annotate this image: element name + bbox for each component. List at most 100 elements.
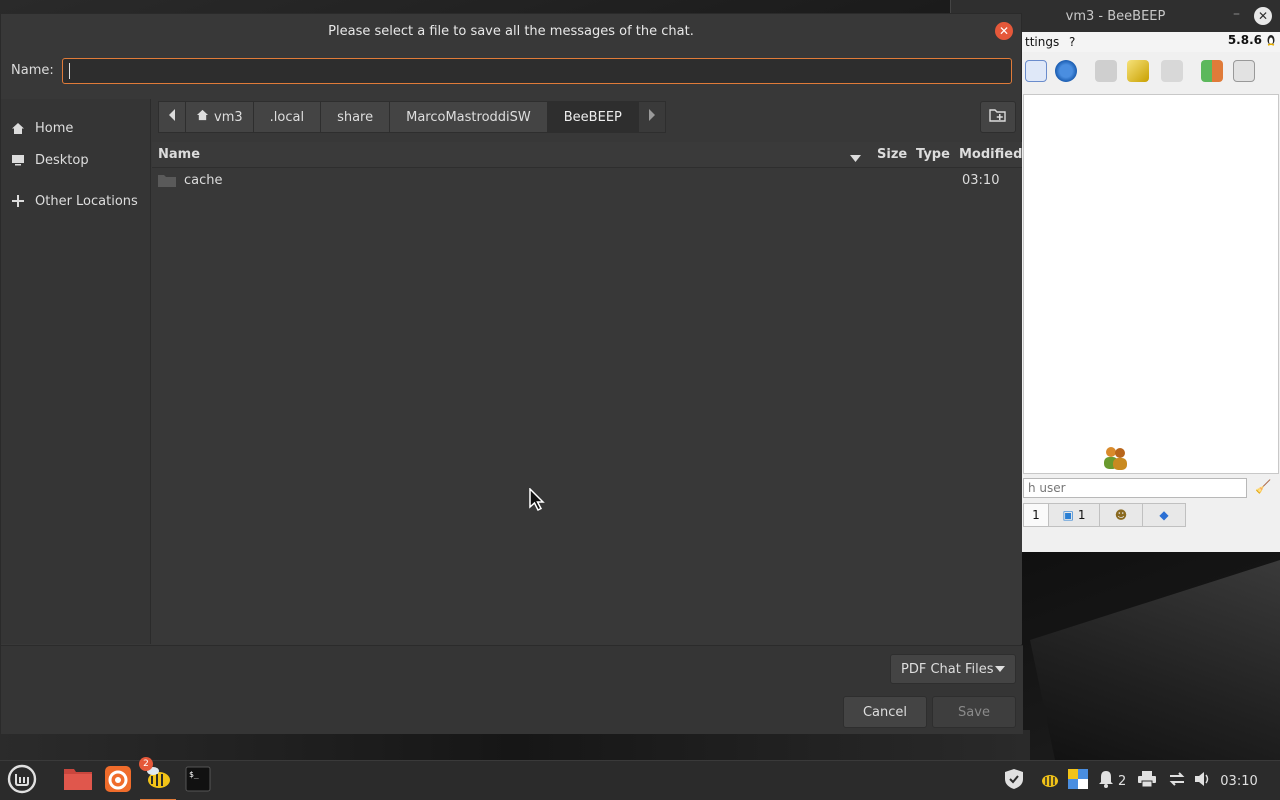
window-title: vm3 - BeeBEEP bbox=[1065, 8, 1166, 24]
user-list[interactable] bbox=[1023, 94, 1279, 474]
sidebar-item-label: Desktop bbox=[35, 152, 89, 168]
save-button[interactable]: Save bbox=[932, 696, 1016, 728]
taskbar-beebeep[interactable]: 2 bbox=[139, 757, 176, 800]
taskbar-terminal[interactable]: $_ bbox=[180, 761, 216, 800]
chevron-right-icon bbox=[648, 109, 656, 125]
path-forward-button[interactable] bbox=[637, 101, 666, 133]
dropdown-arrow-icon bbox=[995, 666, 1005, 672]
tab-users[interactable]: 1 bbox=[1023, 503, 1049, 527]
dialog-header: Please select a file to save all the mes… bbox=[1, 14, 1021, 48]
menu-settings[interactable]: ttings bbox=[1025, 35, 1059, 49]
tab-chats[interactable]: ▣ 1 bbox=[1048, 503, 1100, 527]
path-bar: vm3 .local share MarcoMastroddiSW BeeBEE… bbox=[158, 101, 666, 133]
beebeep-icon: 2 bbox=[139, 757, 173, 795]
tab-label: 1 bbox=[1077, 508, 1086, 522]
menu-button[interactable] bbox=[4, 761, 40, 800]
path-back-button[interactable] bbox=[158, 101, 186, 133]
wallpaper-shape bbox=[1030, 560, 1280, 760]
chat-icon: ▣ bbox=[1062, 508, 1074, 522]
path-crumb-marcomastroddisw[interactable]: MarcoMastroddiSW bbox=[389, 101, 548, 133]
beebeep-tabs: 1 ▣ 1 ☻ ◆ bbox=[1023, 503, 1186, 527]
filter-label: PDF Chat Files bbox=[901, 661, 994, 677]
clock[interactable]: 03:10 bbox=[1220, 774, 1257, 789]
file-type-filter[interactable]: PDF Chat Files bbox=[890, 654, 1016, 684]
cancel-button[interactable]: Cancel bbox=[843, 696, 927, 728]
updates-icon[interactable] bbox=[1068, 769, 1088, 793]
save-file-dialog[interactable]: Please select a file to save all the mes… bbox=[0, 13, 1023, 734]
groups-icon: ☻ bbox=[1114, 508, 1128, 522]
terminal-icon: $_ bbox=[185, 766, 211, 796]
trash-icon[interactable] bbox=[1233, 60, 1255, 82]
clear-icon[interactable]: 🧹 bbox=[1255, 480, 1271, 495]
file-modified: 03:10 bbox=[962, 173, 1000, 188]
sidebar-item-home[interactable]: Home bbox=[1, 115, 151, 141]
home-icon bbox=[1, 122, 35, 135]
beebeep-tray-icon[interactable] bbox=[1038, 769, 1060, 793]
dialog-footer: PDF Chat Files Cancel Save bbox=[1, 645, 1023, 734]
wallpaper-shape bbox=[0, 730, 1030, 760]
file-name: cache bbox=[184, 173, 223, 188]
network-icon[interactable] bbox=[1055, 60, 1077, 82]
home-icon bbox=[196, 109, 209, 125]
column-modified[interactable]: Modified bbox=[959, 147, 1022, 162]
sidebar-item-other-locations[interactable]: Other Locations bbox=[1, 188, 151, 214]
new-folder-button[interactable] bbox=[980, 101, 1016, 133]
chevron-left-icon bbox=[168, 109, 176, 125]
file-list-header: Name Size Type Modified bbox=[152, 142, 1022, 168]
tab-share[interactable]: ◆ bbox=[1142, 503, 1186, 527]
svg-text:$_: $_ bbox=[189, 770, 199, 779]
update-icon[interactable] bbox=[1201, 60, 1223, 82]
crumb-label: vm3 bbox=[214, 109, 243, 125]
mail-icon[interactable] bbox=[1095, 60, 1117, 82]
text-caret bbox=[69, 63, 70, 79]
people-icon bbox=[1101, 444, 1129, 470]
mouse-cursor-icon bbox=[529, 487, 547, 516]
edit-icon[interactable] bbox=[1025, 60, 1047, 82]
menu-help[interactable]: ? bbox=[1069, 35, 1075, 49]
notifications-icon[interactable] bbox=[1098, 770, 1114, 792]
places-sidebar: Home Desktop Other Locations bbox=[1, 99, 151, 644]
crumb-label: BeeBEEP bbox=[563, 109, 622, 125]
sidebar-item-desktop[interactable]: Desktop bbox=[1, 147, 151, 173]
crumb-label: share bbox=[337, 109, 374, 125]
sidebar-item-label: Home bbox=[35, 120, 74, 136]
path-crumb-beebeep[interactable]: BeeBEEP bbox=[546, 101, 639, 133]
volume-icon[interactable] bbox=[1194, 771, 1212, 791]
crumb-label: MarcoMastroddiSW bbox=[406, 109, 531, 125]
column-name[interactable]: Name bbox=[158, 147, 200, 162]
file-list[interactable]: Name Size Type Modified cache 03:10 bbox=[152, 142, 1022, 644]
linux-icon bbox=[1266, 34, 1276, 49]
notifications-count: 2 bbox=[1118, 773, 1127, 789]
notification-badge: 2 bbox=[139, 757, 153, 771]
folder-icon bbox=[158, 174, 176, 191]
path-crumb-share[interactable]: share bbox=[320, 101, 391, 133]
share-icon: ◆ bbox=[1159, 508, 1169, 522]
shield-icon[interactable] bbox=[1004, 768, 1024, 794]
close-button[interactable]: ✕ bbox=[1254, 7, 1272, 25]
crumb-label: .local bbox=[269, 109, 305, 125]
menu-icon bbox=[7, 764, 37, 798]
sort-down-icon[interactable] bbox=[850, 151, 861, 166]
close-button[interactable]: ✕ bbox=[995, 22, 1013, 40]
name-label: Name: bbox=[11, 63, 54, 78]
column-type[interactable]: Type bbox=[916, 147, 950, 162]
filename-input[interactable] bbox=[62, 58, 1012, 84]
taskbar-files[interactable] bbox=[60, 761, 96, 800]
printer-icon[interactable] bbox=[1138, 771, 1157, 791]
column-size[interactable]: Size bbox=[877, 147, 907, 162]
name-row: Name: bbox=[1, 57, 1023, 85]
minimize-button[interactable]: – bbox=[1233, 6, 1240, 22]
path-crumb-vm3[interactable]: vm3 bbox=[185, 101, 254, 133]
search-user-input[interactable]: h user bbox=[1023, 478, 1247, 498]
version-label: 5.8.6 bbox=[1227, 33, 1262, 47]
network-icon[interactable] bbox=[1168, 771, 1186, 791]
pencil-icon[interactable] bbox=[1127, 60, 1149, 82]
table-row[interactable]: cache 03:10 bbox=[152, 168, 1022, 194]
tab-groups[interactable]: ☻ bbox=[1099, 503, 1143, 527]
path-crumb-local[interactable]: .local bbox=[252, 101, 322, 133]
tab-label: 1 bbox=[1032, 508, 1040, 522]
tools-icon[interactable] bbox=[1161, 60, 1183, 82]
taskbar-firefox[interactable] bbox=[100, 761, 136, 800]
taskbar: 2 $_ 2 03:10 bbox=[0, 757, 1280, 800]
desktop-icon bbox=[1, 154, 35, 166]
